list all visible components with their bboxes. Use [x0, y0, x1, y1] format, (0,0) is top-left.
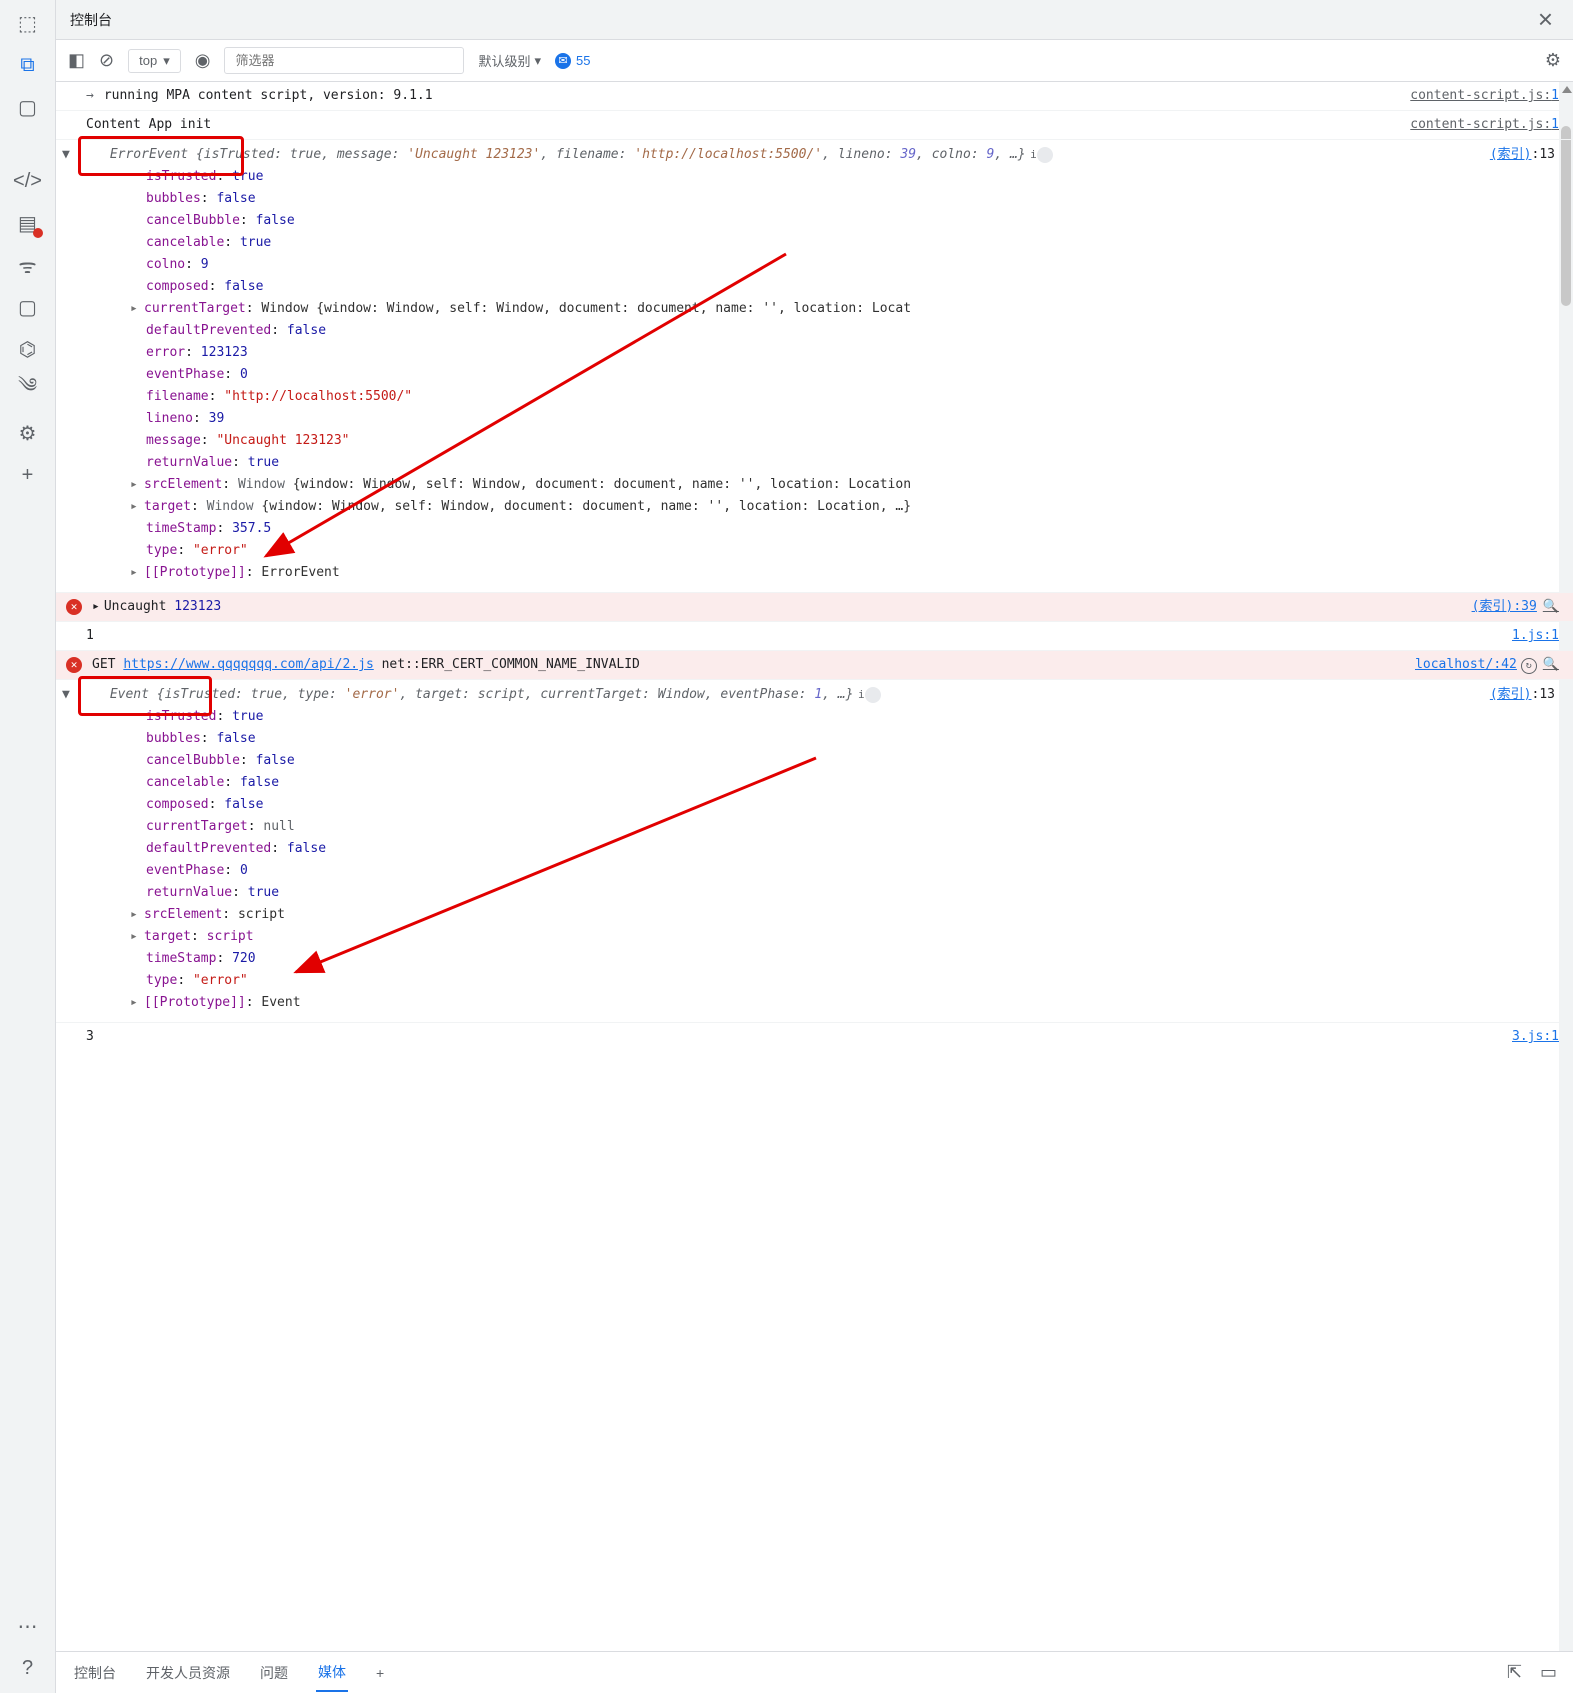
error-row[interactable]: ✕ ▸Uncaught 123123 (索引):39🔍 — [56, 593, 1573, 622]
source-link[interactable]: (索引):13 — [1490, 144, 1555, 166]
event-object[interactable]: (索引):13 ▼ Event {isTrusted: true, type: … — [56, 680, 1573, 1023]
network-icon[interactable]: ᯤ — [15, 252, 41, 278]
search-icon[interactable]: 🔍 — [1543, 599, 1559, 614]
info-badge[interactable]: i — [1037, 147, 1053, 163]
expand-icon[interactable]: ▸ — [130, 298, 144, 320]
error-icon: ✕ — [66, 657, 82, 673]
object-header[interactable]: ▼ ErrorEvent {isTrusted: true, message: … — [86, 144, 1559, 166]
dock-icon[interactable]: ⇱ — [1507, 1662, 1522, 1683]
performance-icon[interactable]: ༄ — [15, 378, 41, 404]
message-count[interactable]: ✉55 — [555, 53, 590, 69]
bug-icon[interactable]: ⌬ — [15, 336, 41, 362]
source-link[interactable]: 1.js:1 — [1492, 625, 1559, 647]
tab-media[interactable]: 媒体 — [316, 1654, 348, 1692]
page-icon[interactable]: ▢ — [15, 94, 41, 120]
add-panel-icon[interactable]: + — [15, 462, 41, 488]
source-link[interactable]: content-script.js:1 — [1390, 114, 1559, 136]
expand-icon[interactable]: ▸ — [130, 992, 144, 1014]
tab-issues[interactable]: 问题 — [258, 1655, 290, 1691]
drawer-toggle-icon[interactable]: ▭ — [1540, 1662, 1557, 1683]
revision-icon[interactable]: ↻ — [1521, 658, 1537, 674]
log-row[interactable]: Content App init content-script.js:1 — [56, 111, 1573, 140]
drawer-tabs: 控制台 开发人员资源 问题 媒体 + ⇱ ▭ — [56, 1651, 1573, 1693]
log-row[interactable]: → running MPA content script, version: 9… — [56, 82, 1573, 111]
activity-bar: ⬚ ⧉ ▢ </> ▤ ᯤ ▢ ⌬ ༄ ⚙ + ⋯ ? — [0, 0, 56, 1693]
expand-icon[interactable]: ▸ — [130, 474, 144, 496]
tab-console[interactable]: 控制台 — [72, 1655, 118, 1691]
arrow-icon: → — [86, 85, 94, 107]
console-toolbar: ◧ ⊘ top▾ ◉ 默认级别▾ ✉55 ⚙ — [56, 40, 1573, 82]
add-tab-button[interactable]: + — [374, 1657, 386, 1689]
object-header[interactable]: ▼ Event {isTrusted: true, type: 'error',… — [86, 684, 1559, 706]
log-text: Content App init — [86, 114, 211, 136]
memory-icon[interactable]: ⚙ — [15, 420, 41, 446]
settings-icon[interactable]: ⚙ — [1545, 50, 1561, 71]
source-link[interactable]: content-script.js:1 — [1390, 85, 1559, 107]
object-properties: isTrusted: true bubbles: false cancelBub… — [86, 166, 1559, 584]
panel-titlebar: 控制台 × — [56, 0, 1573, 40]
console-icon[interactable]: ▤ — [15, 210, 41, 236]
error-icon: ✕ — [66, 599, 82, 615]
source-link[interactable]: (索引):13 — [1490, 684, 1555, 706]
source-link[interactable]: 3.js:1 — [1492, 1026, 1559, 1048]
expand-icon[interactable]: ▸ — [130, 562, 144, 584]
tab-dev-resources[interactable]: 开发人员资源 — [144, 1655, 232, 1691]
source-link[interactable]: (索引):39🔍 — [1452, 596, 1559, 618]
source-link[interactable]: localhost/:42↻🔍 — [1395, 654, 1559, 676]
expand-icon[interactable]: ▸ — [130, 926, 144, 948]
clear-console-icon[interactable]: ⊘ — [99, 50, 114, 71]
toggle-sidebar-icon[interactable]: ◧ — [68, 50, 85, 71]
context-selector[interactable]: top▾ — [128, 49, 181, 73]
info-badge[interactable]: i — [865, 687, 881, 703]
panel-title: 控制台 — [70, 10, 112, 30]
app-icon[interactable]: ▢ — [15, 294, 41, 320]
log-row[interactable]: 3 3.js:1 — [56, 1023, 1573, 1051]
log-level-selector[interactable]: 默认级别▾ — [478, 51, 541, 70]
expand-icon[interactable]: ▸ — [130, 904, 144, 926]
error-event-object[interactable]: (索引):13 ▼ ErrorEvent {isTrusted: true, m… — [56, 140, 1573, 593]
close-button[interactable]: × — [1532, 4, 1559, 35]
log-text: running MPA content script, version: 9.1… — [104, 85, 433, 107]
filter-input[interactable] — [224, 47, 464, 74]
console-log-area: → running MPA content script, version: 9… — [56, 82, 1573, 1651]
expand-icon[interactable]: ▸ — [130, 496, 144, 518]
search-icon[interactable]: 🔍 — [1543, 657, 1559, 672]
log-row[interactable]: 1 1.js:1 — [56, 622, 1573, 651]
live-expression-icon[interactable]: ◉ — [195, 50, 211, 71]
more-icon[interactable]: ⋯ — [15, 1613, 41, 1639]
inspect-icon[interactable]: ⬚ — [15, 10, 41, 36]
object-properties: isTrusted: true bubbles: false cancelBub… — [86, 706, 1559, 1014]
error-row[interactable]: ✕ GET https://www.qqqqqqq.com/api/2.js n… — [56, 651, 1573, 680]
sources-icon[interactable]: </> — [15, 168, 41, 194]
expand-icon[interactable]: ▼ — [86, 144, 102, 166]
help-icon[interactable]: ? — [15, 1655, 41, 1681]
expand-icon[interactable]: ▼ — [86, 684, 102, 706]
elements-icon[interactable]: ⧉ — [15, 52, 41, 78]
